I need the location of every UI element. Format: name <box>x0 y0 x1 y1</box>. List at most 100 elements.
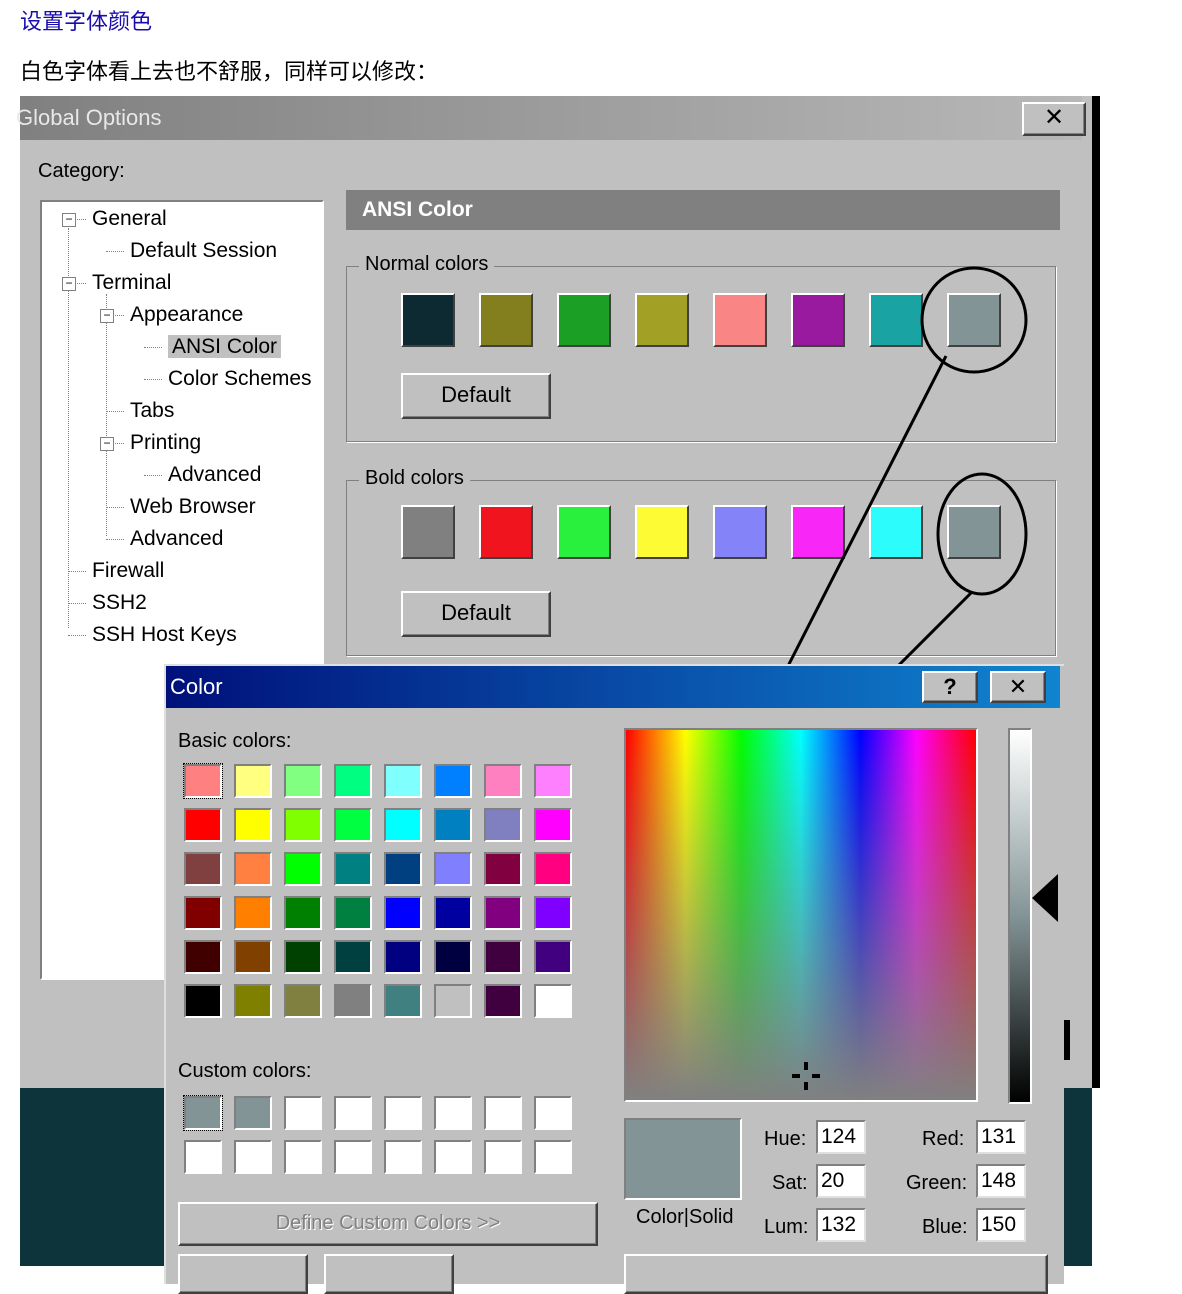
close-button[interactable]: ✕ <box>990 671 1046 703</box>
basic-color-cell[interactable] <box>534 764 572 798</box>
color-cell-fill <box>236 766 270 796</box>
basic-color-cell[interactable] <box>384 852 422 886</box>
basic-color-cell[interactable] <box>534 940 572 974</box>
basic-color-cell[interactable] <box>284 984 322 1018</box>
basic-color-cell[interactable] <box>384 896 422 930</box>
color-cell-fill <box>186 810 220 840</box>
basic-color-cell[interactable] <box>184 984 222 1018</box>
color-cell-fill <box>186 766 220 796</box>
color-cell-fill <box>386 942 420 972</box>
cancel-button[interactable] <box>324 1254 454 1294</box>
color-cell-fill <box>336 942 370 972</box>
basic-color-cell[interactable] <box>534 984 572 1018</box>
basic-color-cell[interactable] <box>534 808 572 842</box>
basic-color-cell[interactable] <box>484 808 522 842</box>
basic-color-cell[interactable] <box>484 852 522 886</box>
basic-color-cell[interactable] <box>484 896 522 930</box>
luminance-arrow-icon[interactable] <box>1032 874 1058 922</box>
color-cell-fill <box>236 1142 270 1172</box>
custom-color-cell[interactable] <box>484 1140 522 1174</box>
add-to-custom-colors-button[interactable] <box>624 1254 1048 1294</box>
annotation-line <box>890 590 974 674</box>
color-cell-fill <box>236 810 270 840</box>
basic-color-cell[interactable] <box>284 764 322 798</box>
basic-color-cell[interactable] <box>384 808 422 842</box>
define-custom-colors-button[interactable]: Define Custom Colors >> <box>178 1202 598 1246</box>
basic-color-cell[interactable] <box>534 852 572 886</box>
basic-color-cell[interactable] <box>534 896 572 930</box>
basic-color-cell[interactable] <box>434 940 472 974</box>
custom-color-cell[interactable] <box>384 1096 422 1130</box>
basic-color-cell[interactable] <box>384 984 422 1018</box>
custom-color-cell[interactable] <box>234 1140 272 1174</box>
basic-color-cell[interactable] <box>334 896 372 930</box>
basic-color-cell[interactable] <box>284 852 322 886</box>
color-cell-fill <box>386 1142 420 1172</box>
custom-color-cell[interactable] <box>183 1095 223 1131</box>
basic-color-cell[interactable] <box>434 896 472 930</box>
basic-color-cell[interactable] <box>284 896 322 930</box>
custom-color-cell[interactable] <box>334 1140 372 1174</box>
custom-color-cell[interactable] <box>434 1140 472 1174</box>
custom-color-cell[interactable] <box>334 1096 372 1130</box>
basic-color-cell[interactable] <box>284 808 322 842</box>
basic-color-cell[interactable] <box>284 940 322 974</box>
annotation-line <box>784 355 948 671</box>
custom-color-cell[interactable] <box>184 1140 222 1174</box>
basic-color-cell[interactable] <box>234 764 272 798</box>
help-button[interactable]: ? <box>922 671 978 703</box>
crosshair-icon <box>792 1062 820 1090</box>
basic-color-cell[interactable] <box>334 940 372 974</box>
custom-color-cell[interactable] <box>234 1096 272 1130</box>
basic-color-cell[interactable] <box>234 940 272 974</box>
sat-field[interactable]: 20 <box>816 1164 866 1198</box>
red-field[interactable]: 131 <box>976 1120 1026 1154</box>
basic-color-cell[interactable] <box>484 940 522 974</box>
custom-color-cell[interactable] <box>534 1096 572 1130</box>
basic-color-cell[interactable] <box>334 852 372 886</box>
custom-color-cell[interactable] <box>434 1096 472 1130</box>
basic-color-cell[interactable] <box>384 764 422 798</box>
color-spectrum[interactable] <box>624 728 978 1102</box>
basic-color-cell[interactable] <box>184 896 222 930</box>
basic-color-cell[interactable] <box>183 763 223 799</box>
basic-color-cell[interactable] <box>434 984 472 1018</box>
color-cell-fill <box>486 854 520 884</box>
basic-color-cell[interactable] <box>484 984 522 1018</box>
color-cell-fill <box>536 898 570 928</box>
basic-color-cell[interactable] <box>184 852 222 886</box>
annotation-circle <box>920 266 1028 374</box>
color-cell-fill <box>536 854 570 884</box>
basic-color-cell[interactable] <box>234 896 272 930</box>
basic-color-cell[interactable] <box>384 940 422 974</box>
custom-color-cell[interactable] <box>534 1140 572 1174</box>
custom-color-cell[interactable] <box>484 1096 522 1130</box>
color-cell-fill <box>386 986 420 1016</box>
basic-color-cell[interactable] <box>234 984 272 1018</box>
ok-button[interactable] <box>178 1254 308 1294</box>
luminance-slider[interactable] <box>1008 728 1032 1104</box>
basic-color-cell[interactable] <box>434 808 472 842</box>
custom-color-cell[interactable] <box>284 1140 322 1174</box>
basic-color-cell[interactable] <box>484 764 522 798</box>
basic-color-cell[interactable] <box>334 764 372 798</box>
lum-field[interactable]: 132 <box>816 1208 866 1242</box>
color-cell-fill <box>336 898 370 928</box>
hue-field[interactable]: 124 <box>816 1120 866 1154</box>
color-cell-fill <box>486 766 520 796</box>
custom-color-cell[interactable] <box>284 1096 322 1130</box>
color-cell-fill <box>536 766 570 796</box>
basic-color-cell[interactable] <box>334 808 372 842</box>
green-field[interactable]: 148 <box>976 1164 1026 1198</box>
custom-color-cell[interactable] <box>384 1140 422 1174</box>
basic-color-cell[interactable] <box>434 852 472 886</box>
basic-color-cell[interactable] <box>434 764 472 798</box>
color-cell-fill <box>436 810 470 840</box>
blue-field[interactable]: 150 <box>976 1208 1026 1242</box>
basic-color-cell[interactable] <box>234 808 272 842</box>
basic-color-cell[interactable] <box>184 940 222 974</box>
basic-color-cell[interactable] <box>184 808 222 842</box>
basic-color-cell[interactable] <box>234 852 272 886</box>
basic-color-cell[interactable] <box>334 984 372 1018</box>
color-cell-fill <box>486 1142 520 1172</box>
